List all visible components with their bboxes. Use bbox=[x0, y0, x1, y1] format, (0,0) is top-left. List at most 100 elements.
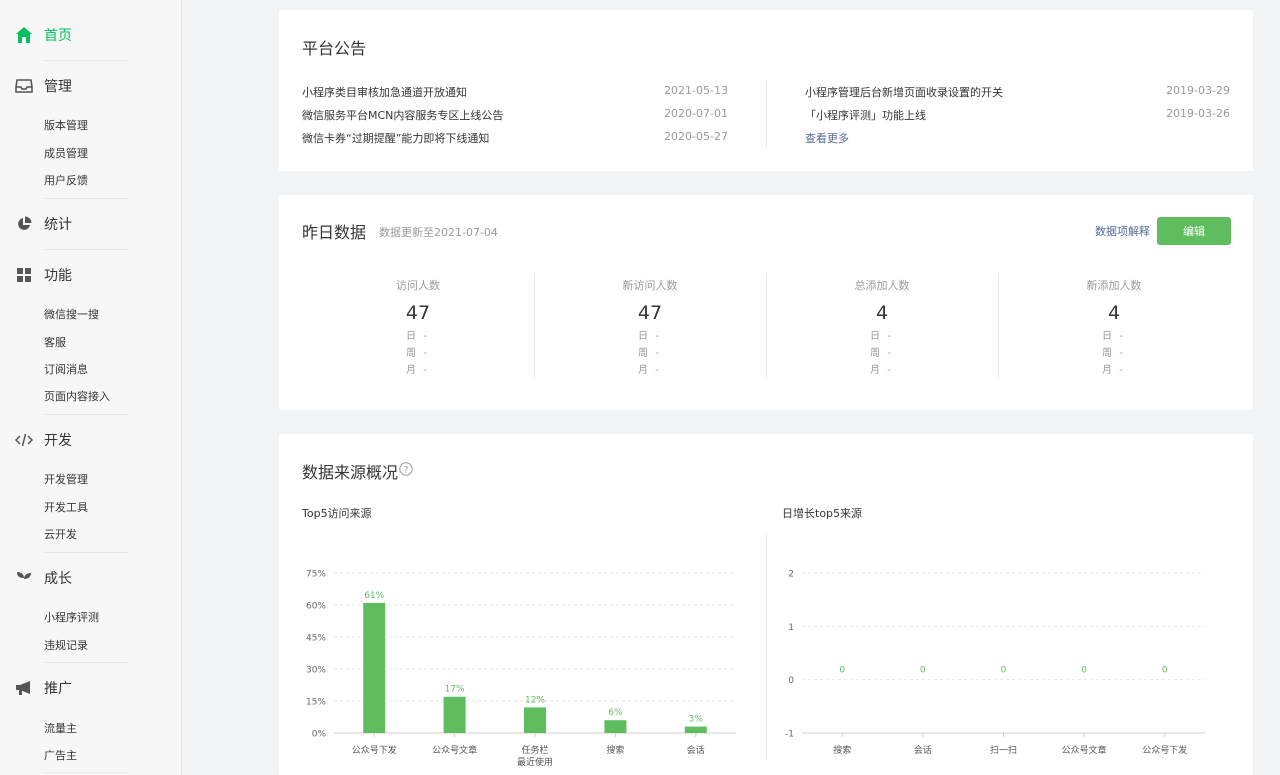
divider bbox=[44, 772, 128, 773]
data-label: 0 bbox=[1001, 666, 1007, 676]
nav-item-version[interactable]: 版本管理 bbox=[44, 117, 88, 133]
inbox-icon bbox=[14, 76, 34, 96]
explain-link[interactable]: 数据项解释 bbox=[1095, 223, 1150, 239]
nav-home[interactable]: 首页 bbox=[0, 17, 182, 53]
stat-label: 新访问人数 bbox=[622, 279, 678, 292]
data-label: 0 bbox=[920, 666, 926, 676]
nav-home-label: 首页 bbox=[44, 28, 72, 44]
notice-item[interactable]: 小程序类目审核加急通道开放通知 bbox=[302, 84, 467, 100]
x-tick-label: 最近使用 bbox=[517, 756, 553, 768]
nav-dev[interactable]: 开发 bbox=[0, 422, 182, 458]
data-label: 61% bbox=[364, 591, 384, 601]
stat-label: 总添加人数 bbox=[854, 279, 910, 292]
update-time: 数据更新至2021-07-04 bbox=[379, 226, 498, 239]
divider bbox=[44, 414, 128, 415]
chart2-title: 日增长top5来源 bbox=[782, 507, 863, 520]
bar bbox=[363, 602, 386, 733]
bar bbox=[524, 707, 546, 733]
nav-item-evaluation[interactable]: 小程序评测 bbox=[44, 609, 99, 625]
notice-item[interactable]: 小程序管理后台新增页面收录设置的开关 bbox=[805, 84, 1003, 100]
nav-growth-label: 成长 bbox=[44, 571, 72, 587]
divider bbox=[44, 198, 128, 199]
nav-manage-label: 管理 bbox=[44, 79, 72, 95]
data-label: 0 bbox=[839, 666, 845, 676]
chart1-title: Top5访问来源 bbox=[302, 507, 372, 520]
x-tick-label: 公众号下发 bbox=[1142, 744, 1187, 756]
stat-new-added: 新添加人数 4 日- 周- 月- bbox=[998, 275, 1230, 377]
nav-item-dev-tools[interactable]: 开发工具 bbox=[44, 499, 88, 515]
divider bbox=[44, 552, 128, 553]
notice-title: 平台公告 bbox=[302, 39, 367, 58]
nav-item-service[interactable]: 客服 bbox=[44, 334, 66, 350]
stat-rows: 日- 周- 月- bbox=[1102, 331, 1123, 376]
notice-date: 2019-03-29 bbox=[1166, 84, 1230, 97]
stat-visitors: 访问人数 47 日- 周- 月- bbox=[302, 275, 534, 377]
data-label: 12% bbox=[525, 695, 545, 705]
nav-promo[interactable]: 推广 bbox=[0, 670, 182, 706]
stat-value: 4 bbox=[1107, 302, 1121, 324]
stat-rows: 日- 周- 月- bbox=[406, 331, 427, 376]
daily-growth-chart: -1 0 1 2 0 搜索 0 会话 0 扫一扫 0 公众号文章 0 公众号下发 bbox=[785, 570, 1205, 756]
code-icon bbox=[14, 430, 34, 450]
nav-features[interactable]: 功能 bbox=[0, 257, 182, 293]
notice-item[interactable]: 微信服务平台MCN内容服务专区上线公告 bbox=[302, 107, 503, 123]
nav-item-dev-manage[interactable]: 开发管理 bbox=[44, 471, 88, 487]
divider bbox=[44, 249, 128, 250]
nav-stats-label: 统计 bbox=[44, 217, 72, 233]
x-tick-label: 搜索 bbox=[606, 744, 624, 756]
stat-label: 访问人数 bbox=[396, 279, 440, 292]
divider bbox=[766, 80, 767, 148]
notice-item[interactable]: 微信卡券“过期提醒”能力即将下线通知 bbox=[302, 130, 489, 146]
nav-item-violations[interactable]: 违规记录 bbox=[44, 637, 88, 653]
data-label: 6% bbox=[608, 708, 623, 718]
x-tick-label: 会话 bbox=[914, 744, 932, 756]
bar bbox=[604, 720, 627, 733]
nav-item-feedback[interactable]: 用户反馈 bbox=[44, 172, 88, 188]
y-tick-label: 2 bbox=[788, 570, 794, 580]
notice-date: 2021-05-13 bbox=[664, 84, 728, 97]
nav-item-cloud-dev[interactable]: 云开发 bbox=[44, 526, 77, 542]
nav-manage[interactable]: 管理 bbox=[0, 68, 182, 104]
nav-dev-label: 开发 bbox=[44, 433, 72, 449]
edit-button[interactable]: 编辑 bbox=[1157, 217, 1231, 245]
data-label: 0 bbox=[1162, 666, 1168, 676]
nav-features-label: 功能 bbox=[44, 268, 72, 284]
x-tick-label: 会话 bbox=[687, 744, 705, 756]
sidebar: 首页 管理 版本管理 成员管理 用户反馈 统计 功能 微信搜一搜 客服 订阅消息… bbox=[0, 0, 182, 775]
bar bbox=[443, 696, 466, 733]
data-label: 0 bbox=[1081, 666, 1087, 676]
y-tick-label: 0 bbox=[788, 676, 794, 686]
y-tick-label: 75% bbox=[306, 570, 326, 580]
svg-text:?: ? bbox=[404, 466, 409, 476]
stat-rows: 日- 周- 月- bbox=[638, 331, 659, 376]
y-tick-label: -1 bbox=[785, 730, 794, 740]
sources-card: 数据来源概况 ? Top5访问来源 日增长top5来源 0% 15% 30% 45% 6… bbox=[279, 434, 1253, 775]
nav-stats[interactable]: 统计 bbox=[0, 206, 182, 242]
nav-item-members[interactable]: 成员管理 bbox=[44, 145, 88, 161]
nav-item-publisher[interactable]: 流量主 bbox=[44, 720, 77, 736]
nav-item-search[interactable]: 微信搜一搜 bbox=[44, 306, 99, 322]
nav-item-subscribe[interactable]: 订阅消息 bbox=[44, 361, 88, 377]
stat-value: 47 bbox=[637, 302, 663, 324]
notice-item[interactable]: 「小程序评测」功能上线 bbox=[805, 107, 926, 123]
grid-icon bbox=[14, 265, 34, 285]
yesterday-card: 昨日数据 数据更新至2021-07-04 数据项解释 编辑 访问人数 47 日-… bbox=[279, 195, 1253, 410]
notice-card: 平台公告 小程序类目审核加急通道开放通知 2021-05-13 微信服务平台MC… bbox=[279, 10, 1253, 171]
nav-growth[interactable]: 成长 bbox=[0, 560, 182, 596]
nav-item-page-content[interactable]: 页面内容接入 bbox=[44, 388, 110, 404]
yesterday-title: 昨日数据 bbox=[302, 223, 367, 242]
nav-item-advertiser[interactable]: 广告主 bbox=[44, 747, 77, 763]
y-tick-label: 15% bbox=[306, 698, 326, 708]
notice-date: 2019-03-26 bbox=[1166, 107, 1230, 120]
x-tick-label: 搜索 bbox=[833, 744, 851, 756]
y-tick-label: 1 bbox=[788, 623, 794, 633]
stat-total-added: 总添加人数 4 日- 周- 月- bbox=[766, 275, 998, 377]
x-tick-label: 公众号下发 bbox=[352, 744, 397, 756]
view-more-link[interactable]: 查看更多 bbox=[805, 130, 849, 146]
x-tick-label: 扫一扫 bbox=[990, 744, 1017, 756]
y-tick-label: 0% bbox=[312, 730, 327, 740]
stat-rows: 日- 周- 月- bbox=[870, 331, 891, 376]
question-circle-icon[interactable]: ? bbox=[399, 461, 413, 480]
stat-value: 47 bbox=[405, 302, 431, 324]
stat-value: 4 bbox=[875, 302, 889, 324]
